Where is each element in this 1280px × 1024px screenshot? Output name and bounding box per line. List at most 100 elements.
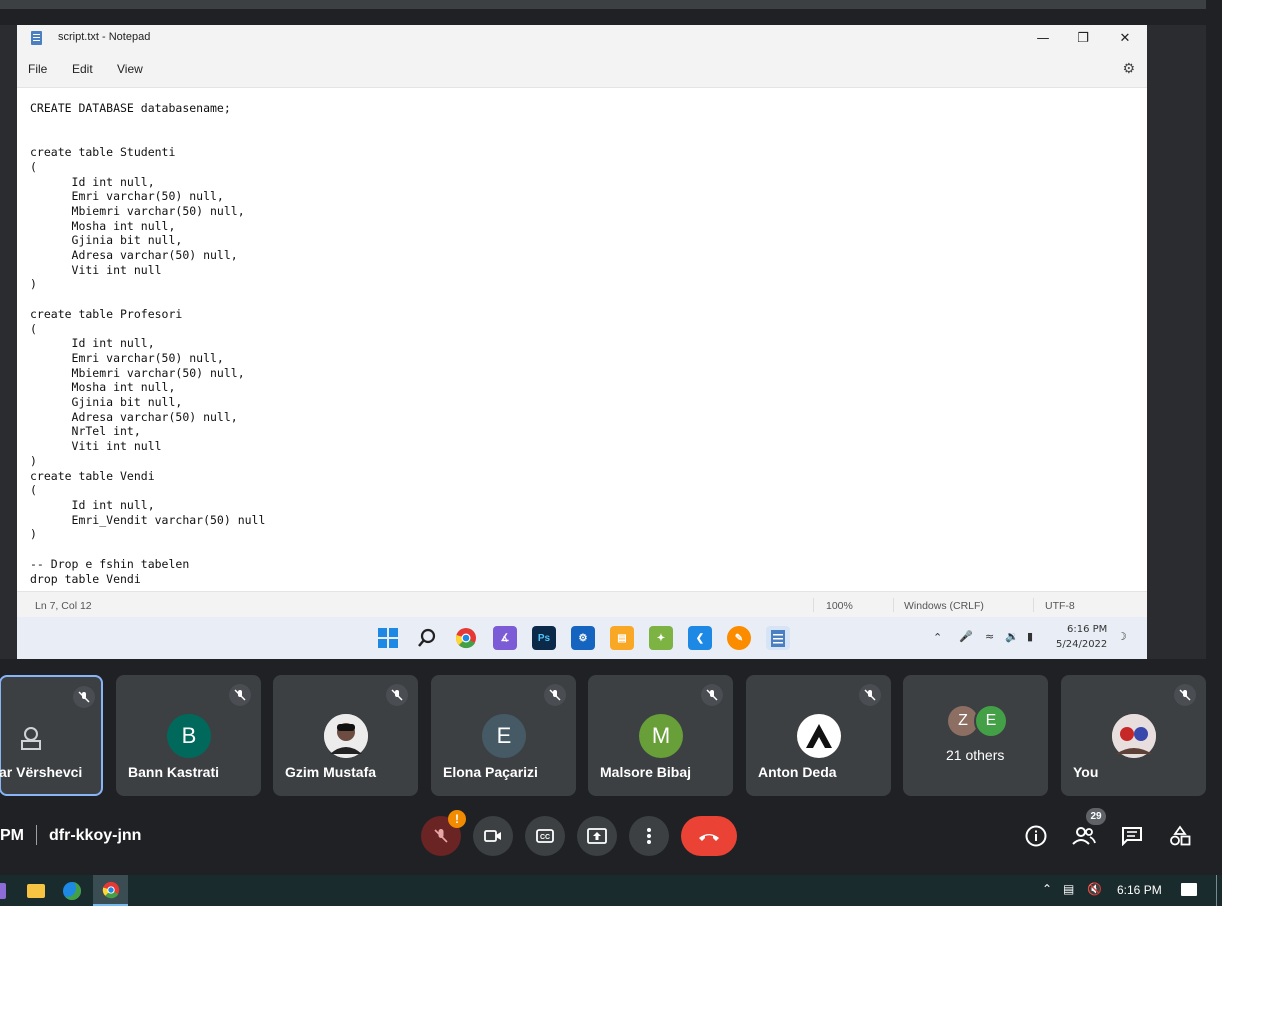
restore-icon[interactable]: ❐ [1063,25,1103,51]
vscode-icon[interactable]: ❮ [688,626,712,650]
participant-tile[interactable]: M Malsore Bibaj [588,675,733,796]
meet-window: script.txt - Notepad — ❐ ✕ File Edit Vie… [0,0,1222,906]
app-icon[interactable]: ⚙ [571,626,595,650]
chrome-icon[interactable] [454,626,478,650]
encoding: UTF-8 [1045,600,1075,612]
visual-studio-icon[interactable]: ∡ [493,626,517,650]
avatar [1112,714,1156,758]
app-icon[interactable]: ✎ [727,626,751,650]
mute-volume-icon[interactable]: 🔇 [1087,882,1102,896]
present-icon [587,828,607,844]
edge-icon[interactable] [63,882,81,900]
notepad-window: script.txt - Notepad — ❐ ✕ File Edit Vie… [17,25,1147,659]
captions-icon: CC [536,829,554,843]
camera-icon [484,830,501,842]
menu-edit[interactable]: Edit [72,62,93,76]
present-button[interactable] [577,816,617,856]
mic-off-icon [544,684,566,706]
participant-tile[interactable]: E Elona Paçarizi [431,675,576,796]
others-count: 21 others [946,747,1005,763]
meet-top-strip [0,0,1206,9]
notepad-icon[interactable] [766,626,790,650]
moon-icon[interactable]: ☽ [1117,630,1127,643]
avatar: B [167,714,211,758]
remote-taskbar: ∡ Ps ⚙ ▤ ✦ ❮ ✎ ⌃ 🎤 ≈ 🔉 ▮ 6:16 PM 5/24/20… [17,617,1147,659]
chat-icon [1122,827,1142,846]
mic-off-icon [434,829,448,843]
photoshop-icon[interactable]: Ps [532,626,556,650]
activities-button[interactable] [1166,822,1194,850]
participant-tile[interactable]: ar Vërshevci [0,675,103,796]
network-icon[interactable]: ▤ [1063,882,1074,896]
people-button[interactable]: 29 [1070,808,1106,850]
editor-content[interactable]: CREATE DATABASE databasename; create tab… [30,101,265,586]
meeting-controls: PM dfr-kkoy-jnn ! CC 29 [0,808,1222,864]
chrome-icon [102,881,120,899]
camera-button[interactable] [473,816,513,856]
svg-text:CC: CC [540,834,550,841]
more-options-button[interactable] [629,816,669,856]
text-editor[interactable]: CREATE DATABASE databasename; create tab… [17,88,1147,591]
meeting-code[interactable]: dfr-kkoy-jnn [49,827,141,845]
participant-tile[interactable]: Anton Deda [746,675,891,796]
activities-icon [1170,825,1191,846]
info-icon [1025,825,1047,847]
mic-off-icon [1174,684,1196,706]
clock-time[interactable]: 6:16 PM [1117,883,1162,897]
chat-button[interactable] [1118,822,1146,850]
mic-off-icon [859,684,881,706]
notepad-icon [31,31,42,45]
notepad-menubar: File Edit View ⚙ [17,51,1147,88]
file-explorer-icon[interactable]: ▤ [610,626,634,650]
mic-off-icon [73,686,95,708]
avatar: E [974,704,1008,738]
avatar [324,714,368,758]
menu-view[interactable]: View [117,62,143,76]
participant-strip: ar Vërshevci B Bann Kastrati Gzim Mustaf… [0,675,1222,796]
close-icon[interactable]: ✕ [1105,25,1145,51]
leave-call-button[interactable] [681,816,737,856]
search-icon[interactable] [415,626,439,650]
mic-icon[interactable]: 🎤 [959,630,973,643]
info-button[interactable] [1022,822,1050,850]
more-icon [647,828,651,844]
participant-name: ar Vërshevci [0,764,83,780]
settings-icon[interactable]: ⚙ [1122,61,1135,77]
people-count-badge: 29 [1086,808,1106,825]
remote-clock-time[interactable]: 6:16 PM [1067,624,1107,635]
mic-off-icon [701,684,723,706]
battery-icon[interactable]: ▮ [1027,630,1033,643]
status-divider [1033,598,1034,612]
others-tile[interactable]: Z E 21 others [903,675,1048,796]
chevron-up-icon[interactable]: ⌃ [1042,882,1052,896]
avatar: M [639,714,683,758]
participant-tile-self[interactable]: You [1061,675,1206,796]
local-taskbar: ⌃ ▤ 🔇 6:16 PM [0,875,1222,906]
file-explorer-icon[interactable] [27,884,45,898]
chevron-up-icon[interactable]: ⌃ [933,631,942,644]
app-icon[interactable]: ✦ [649,626,673,650]
divider [36,825,37,845]
start-icon[interactable] [376,626,400,650]
participant-tile[interactable]: B Bann Kastrati [116,675,261,796]
visual-studio-icon[interactable] [0,883,6,899]
people-icon [1072,827,1096,845]
menu-file[interactable]: File [28,62,47,76]
mic-alert-badge: ! [448,810,466,828]
participant-name: Bann Kastrati [128,764,220,780]
status-bar: Ln 7, Col 12 100% Windows (CRLF) UTF-8 [17,591,1147,618]
volume-icon[interactable]: 🔉 [1005,630,1019,643]
remote-clock-date[interactable]: 5/24/2022 [1056,639,1107,650]
show-desktop-divider[interactable] [1216,875,1217,906]
wifi-icon[interactable]: ≈ [985,630,994,643]
notification-icon[interactable] [1181,883,1197,896]
status-divider [813,598,814,612]
chrome-taskbar-button[interactable] [93,875,128,906]
participant-name: Gzim Mustafa [285,764,377,780]
participant-tile[interactable]: Gzim Mustafa [273,675,418,796]
notepad-titlebar: script.txt - Notepad — ❐ ✕ [17,25,1147,51]
captions-button[interactable]: CC [525,816,565,856]
minimize-icon[interactable]: — [1023,25,1063,51]
mic-toggle-button[interactable]: ! [421,810,466,856]
status-divider [893,598,894,612]
